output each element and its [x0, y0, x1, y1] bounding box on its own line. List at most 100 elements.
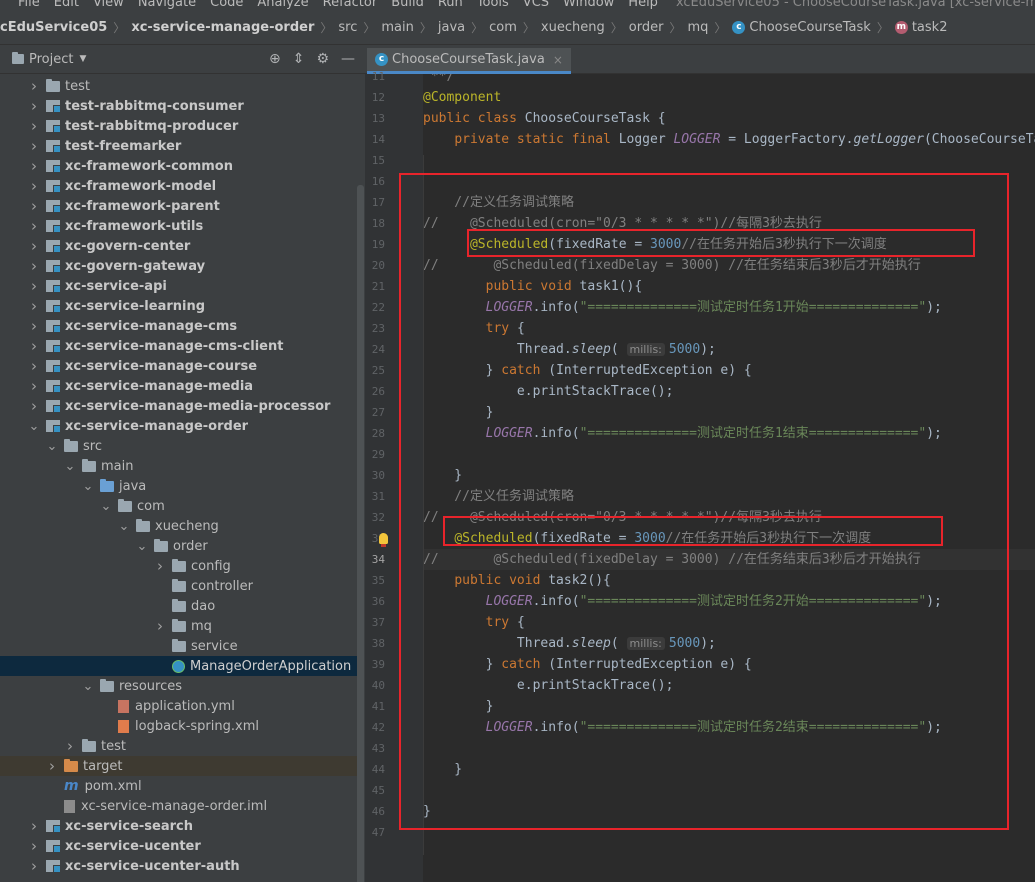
menu-item-file[interactable]: File [18, 0, 40, 10]
menu-item-help[interactable]: Help [628, 0, 658, 10]
tree-item[interactable]: › xc-service-manage-cms [0, 316, 357, 336]
collapse-icon[interactable]: ⇕ [293, 51, 305, 67]
menu-item-run[interactable]: Run [438, 0, 463, 10]
menu-item-tools[interactable]: Tools [477, 0, 509, 10]
tree-item[interactable]: › test-rabbitmq-producer [0, 116, 357, 136]
chevron-right-icon[interactable]: › [28, 77, 40, 95]
tree-item[interactable]: › xc-service-manage-media [0, 376, 357, 396]
tree-item[interactable]: › xc-govern-center [0, 236, 357, 256]
chevron-right-icon[interactable]: › [28, 277, 40, 295]
tree-item[interactable]: service [0, 636, 357, 656]
tree-item[interactable]: › xc-framework-common [0, 156, 357, 176]
chevron-down-icon[interactable]: ⌄ [100, 499, 112, 514]
chevron-down-icon[interactable]: ⌄ [46, 439, 58, 454]
chevron-down-icon[interactable]: ⌄ [136, 539, 148, 554]
tree-item[interactable]: › xc-service-search [0, 816, 357, 836]
chevron-right-icon[interactable]: › [28, 297, 40, 315]
tree-item[interactable]: ⌄ xuecheng [0, 516, 357, 536]
breadcrumb-item[interactable]: java 〉 [438, 19, 489, 36]
chevron-right-icon[interactable]: › [28, 197, 40, 215]
tab-choose-course-task[interactable]: c ChooseCourseTask.java × [367, 48, 571, 74]
chevron-right-icon[interactable]: › [28, 257, 40, 275]
breadcrumb-item[interactable]: mq 〉 [687, 19, 732, 36]
tree-item[interactable]: › test [0, 76, 357, 96]
menu-item-window[interactable]: Window [563, 0, 614, 10]
tree-item[interactable]: › mq [0, 616, 357, 636]
chevron-right-icon[interactable]: › [28, 837, 40, 855]
menu-item-navigate[interactable]: Navigate [138, 0, 196, 10]
menu-item-vcs[interactable]: VCS [523, 0, 549, 10]
chevron-down-icon[interactable]: ⌄ [82, 679, 94, 694]
breadcrumb-item[interactable]: main 〉 [381, 19, 438, 36]
chevron-right-icon[interactable]: › [28, 357, 40, 375]
project-view-selector[interactable]: Project ▼ [12, 52, 86, 67]
tree-item[interactable]: › test [0, 736, 357, 756]
tree-item[interactable]: ⌄ src [0, 436, 357, 456]
menu-item-build[interactable]: Build [391, 0, 424, 10]
menu-item-code[interactable]: Code [210, 0, 243, 10]
tree-item[interactable]: › xc-service-learning [0, 296, 357, 316]
breadcrumb-item[interactable]: xc-service-manage-order 〉 [131, 19, 338, 36]
tree-item[interactable]: › config [0, 556, 357, 576]
tree-item[interactable]: › xc-service-api [0, 276, 357, 296]
chevron-right-icon[interactable]: › [28, 117, 40, 135]
tree-item[interactable]: ⌄ main [0, 456, 357, 476]
breadcrumb-item[interactable]: src 〉 [338, 19, 381, 36]
tree-item[interactable]: › xc-service-manage-cms-client [0, 336, 357, 356]
tree-item[interactable]: › target [0, 756, 357, 776]
project-scrollbar[interactable] [357, 185, 364, 882]
chevron-right-icon[interactable]: › [28, 857, 40, 875]
tree-item[interactable]: logback-spring.xml [0, 716, 357, 736]
chevron-down-icon[interactable]: ⌄ [64, 459, 76, 474]
chevron-right-icon[interactable]: › [46, 757, 58, 775]
tree-item[interactable]: ⌄ xc-service-manage-order [0, 416, 357, 436]
tree-item[interactable]: › xc-service-ucenter-auth [0, 856, 357, 876]
breadcrumb-method[interactable]: m task2 [894, 20, 947, 35]
chevron-right-icon[interactable]: › [28, 397, 40, 415]
chevron-right-icon[interactable]: › [28, 817, 40, 835]
chevron-right-icon[interactable]: › [28, 337, 40, 355]
tree-item[interactable]: › xc-service-manage-course [0, 356, 357, 376]
tree-item[interactable]: ⌄ java [0, 476, 357, 496]
tree-item[interactable]: controller [0, 576, 357, 596]
chevron-right-icon[interactable]: › [28, 97, 40, 115]
chevron-down-icon[interactable]: ⌄ [82, 479, 94, 494]
tree-item[interactable]: › xc-service-manage-media-processor [0, 396, 357, 416]
chevron-right-icon[interactable]: › [28, 177, 40, 195]
tree-item[interactable]: ⌄ resources [0, 676, 357, 696]
menu-item-view[interactable]: View [93, 0, 124, 10]
breadcrumb-item[interactable]: xuecheng 〉 [541, 19, 629, 36]
gear-icon[interactable]: ⚙ [316, 51, 329, 67]
tree-item[interactable]: xc-service-manage-order.iml [0, 796, 357, 816]
chevron-right-icon[interactable]: › [28, 377, 40, 395]
chevron-right-icon[interactable]: › [28, 237, 40, 255]
close-icon[interactable]: × [553, 53, 563, 67]
chevron-right-icon[interactable]: › [28, 217, 40, 235]
chevron-right-icon[interactable]: › [154, 557, 166, 575]
bulb-icon[interactable] [379, 533, 388, 547]
menu-item-refactor[interactable]: Refactor [323, 0, 378, 10]
chevron-right-icon[interactable]: › [28, 317, 40, 335]
tree-item[interactable]: ⌄ com [0, 496, 357, 516]
locate-icon[interactable]: ⊕ [269, 51, 281, 67]
chevron-right-icon[interactable]: › [64, 737, 76, 755]
tree-item[interactable]: › xc-service-ucenter [0, 836, 357, 856]
minimize-icon[interactable]: — [341, 51, 355, 67]
breadcrumb-item[interactable]: order 〉 [629, 19, 688, 36]
tree-item[interactable]: ⌄ order [0, 536, 357, 556]
chevron-right-icon[interactable]: › [28, 157, 40, 175]
chevron-down-icon[interactable]: ⌄ [118, 519, 130, 534]
tree-item[interactable]: › xc-govern-gateway [0, 256, 357, 276]
tree-item[interactable]: › xc-framework-utils [0, 216, 357, 236]
menu-item-analyze[interactable]: Analyze [257, 0, 308, 10]
breadcrumb-item[interactable]: cEduService05 〉 [0, 19, 131, 36]
breadcrumb-item[interactable]: com 〉 [489, 19, 541, 36]
tree-item[interactable]: ManageOrderApplication [0, 656, 357, 676]
chevron-right-icon[interactable]: › [28, 137, 40, 155]
chevron-down-icon[interactable]: ⌄ [28, 419, 40, 434]
tree-item[interactable]: dao [0, 596, 357, 616]
tree-item[interactable]: › test-rabbitmq-consumer [0, 96, 357, 116]
tree-item[interactable]: application.yml [0, 696, 357, 716]
menu-item-edit[interactable]: Edit [54, 0, 79, 10]
tree-item[interactable]: › xc-framework-parent [0, 196, 357, 216]
